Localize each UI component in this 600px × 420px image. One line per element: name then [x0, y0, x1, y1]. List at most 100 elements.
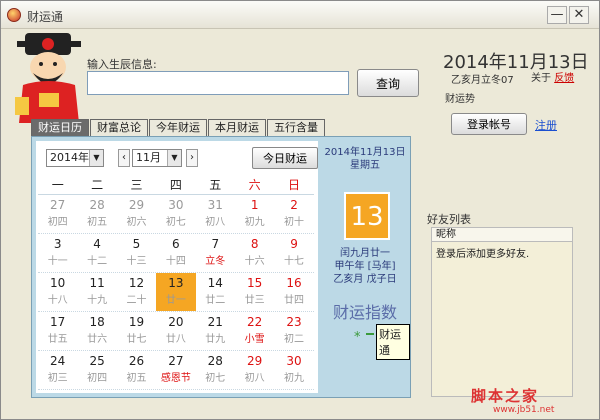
tab-fortune-calendar[interactable]: 财运日历 — [31, 119, 89, 136]
calendar-day[interactable]: 5 十三 — [117, 234, 156, 272]
day-number: 2 — [290, 198, 298, 212]
feedback-link[interactable]: 反馈 — [554, 73, 574, 84]
lunar-day: 立冬 — [205, 256, 226, 267]
tab-this-month[interactable]: 本月财运 — [208, 119, 266, 136]
watermark-text: 脚本之家 — [471, 387, 540, 405]
lunar-day: 初五 — [126, 373, 147, 384]
calendar-day[interactable]: 14 廿二 — [196, 273, 235, 311]
calendar-day[interactable]: 28 初五 — [77, 195, 116, 233]
calendar-day[interactable]: 30 初九 — [274, 351, 313, 389]
year-select[interactable]: 2014年 ▼ — [46, 149, 104, 167]
birth-info-input[interactable] — [87, 71, 349, 95]
calendar-weeks: 27 初四 28 初五 29 初六 30 初七 31 初八 1 初九 2 初十 3 十一 4 十二 5 十三 6 十四 7 立… — [38, 195, 314, 390]
calendar-day[interactable]: 17 廿五 — [38, 312, 77, 350]
calendar-day[interactable]: 27 初四 — [38, 195, 77, 233]
lunar-day: 感恩节 — [160, 373, 191, 384]
day-number: 16 — [286, 276, 302, 290]
month-select[interactable]: 11月 ▼ — [132, 149, 182, 167]
login-button[interactable]: 登录帐号 — [451, 113, 527, 135]
calendar-day[interactable]: 21 廿九 — [196, 312, 235, 350]
lunar-day: 廿四 — [284, 295, 305, 306]
calendar-day[interactable]: 9 十七 — [274, 234, 313, 272]
day-number: 19 — [128, 315, 145, 329]
lunar-day: 十六 — [244, 256, 265, 267]
calendar-week-row: 17 廿五 18 廿六 19 廿七 20 廿八 21 廿九 22 小雪 23 初二 — [38, 312, 314, 351]
calendar-week-row: 3 十一 4 十二 5 十三 6 十四 7 立冬 8 十六 9 十七 — [38, 234, 314, 273]
calendar-day[interactable]: 11 十九 — [77, 273, 116, 311]
lunar-day: 廿九 — [205, 334, 226, 345]
fortune-index-star: * — [354, 330, 361, 345]
calendar-day[interactable]: 29 初六 — [117, 195, 156, 233]
day-number: 3 — [53, 237, 62, 251]
register-link[interactable]: 注册 — [535, 117, 557, 133]
calendar-day[interactable]: 19 廿七 — [117, 312, 156, 350]
calendar-day-selected[interactable]: 13 廿一 — [156, 273, 196, 311]
tab-wealth-overview[interactable]: 财富总论 — [90, 119, 148, 136]
calendar-day[interactable]: 2 初十 — [274, 195, 313, 233]
close-button[interactable]: ✕ — [569, 6, 589, 24]
next-month-button[interactable]: › — [186, 149, 198, 167]
day-number: 11 — [89, 276, 105, 290]
calendar-day[interactable]: 8 十六 — [235, 234, 274, 272]
day-number: 8 — [250, 237, 259, 251]
weekday-header: 一二三四五六日 — [38, 175, 314, 195]
calendar-day[interactable]: 16 廿四 — [274, 273, 313, 311]
lunar-day: 初九 — [284, 373, 305, 384]
lunar-day: 初八 — [205, 217, 226, 228]
calendar-day[interactable]: 23 初二 — [274, 312, 313, 350]
lunar-day: 廿八 — [165, 334, 186, 345]
day-number: 28 — [89, 198, 105, 212]
tab-this-year[interactable]: 今年财运 — [149, 119, 207, 136]
lunar-day: 廿一 — [165, 295, 186, 306]
lunar-day: 二十 — [126, 295, 147, 306]
calendar-day[interactable]: 30 初七 — [156, 195, 195, 233]
calendar-day[interactable]: 22 小雪 — [235, 312, 274, 350]
day-number: 31 — [207, 198, 223, 212]
prev-month-button[interactable]: ‹ — [118, 149, 130, 167]
calendar-day[interactable]: 1 初九 — [235, 195, 274, 233]
title-bar[interactable]: 财运通 — ✕ — [1, 1, 599, 29]
calendar-day[interactable]: 31 初八 — [196, 195, 235, 233]
lunar-day: 廿五 — [47, 334, 68, 345]
calendar-day[interactable]: 3 十一 — [38, 234, 77, 272]
weekday-header-cell: 五 — [209, 178, 222, 192]
today-fortune-button[interactable]: 今日财运 — [252, 147, 318, 169]
calendar-day[interactable]: 15 廿三 — [235, 273, 274, 311]
calendar-day[interactable]: 20 廿八 — [156, 312, 195, 350]
calendar-area: 2014年 ▼ ‹ 11月 ▼ › 今日财运 一二三四五六日 27 初四 28 初五 2… — [36, 141, 318, 393]
lunar-day: 廿七 — [126, 334, 147, 345]
calendar-day[interactable]: 29 初八 — [235, 351, 274, 389]
calendar-day[interactable]: 7 立冬 — [196, 234, 235, 272]
calendar-day[interactable]: 10 十八 — [38, 273, 77, 311]
calendar-day[interactable]: 26 初五 — [117, 351, 156, 389]
calendar-day[interactable]: 12 二十 — [117, 273, 156, 311]
lunar-day: 廿二 — [205, 295, 226, 306]
calendar-day[interactable]: 4 十二 — [77, 234, 116, 272]
lunar-day: 廿六 — [87, 334, 108, 345]
selected-date: 2014年11月13日 — [324, 147, 406, 158]
calendar-day[interactable]: 6 十四 — [156, 234, 195, 272]
day-number-card: 13 — [344, 192, 390, 240]
minimize-button[interactable]: — — [547, 6, 567, 24]
tab-five-elements[interactable]: 五行含量 — [267, 119, 325, 136]
day-number: 22 — [247, 315, 263, 329]
day-number: 27 — [50, 198, 66, 212]
day-number: 15 — [247, 276, 263, 290]
calendar-day[interactable]: 24 初三 — [38, 351, 77, 389]
fortune-index-dash — [366, 333, 374, 335]
calendar-day[interactable]: 25 初四 — [77, 351, 116, 389]
lunar-line: 乙亥月 戊子日 — [333, 274, 397, 285]
lunar-day: 初四 — [47, 217, 68, 228]
friend-list[interactable]: 昵称 登录后添加更多好友. — [431, 227, 573, 397]
weekday-header-cell: 日 — [288, 178, 301, 192]
weekday-header-cell: 二 — [91, 178, 104, 192]
lunar-day: 初五 — [87, 217, 108, 228]
lunar-line: 甲午年 [马年] — [334, 261, 396, 272]
calendar-day[interactable]: 27 感恩节 — [156, 351, 195, 389]
about-link[interactable]: 关于 — [531, 73, 551, 84]
day-number: 26 — [128, 354, 145, 368]
calendar-day[interactable]: 28 初七 — [196, 351, 235, 389]
query-button[interactable]: 查询 — [357, 69, 419, 97]
lunar-day: 初九 — [244, 217, 265, 228]
calendar-day[interactable]: 18 廿六 — [77, 312, 116, 350]
